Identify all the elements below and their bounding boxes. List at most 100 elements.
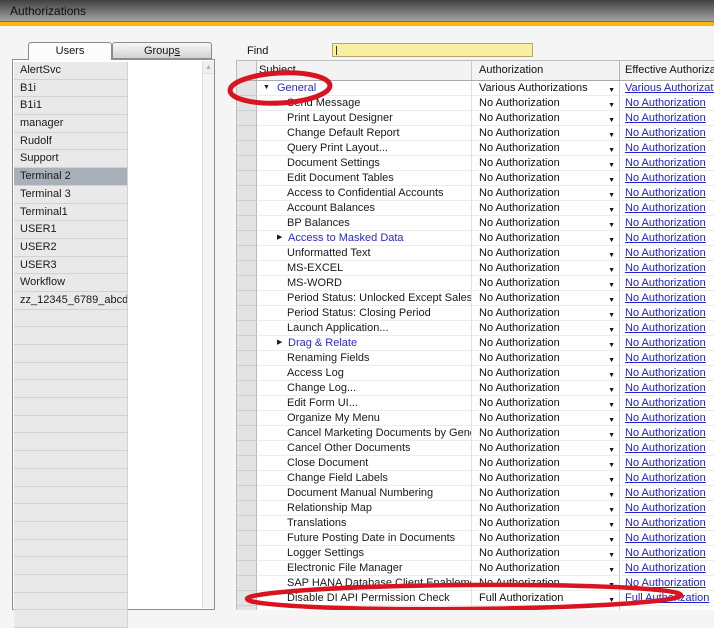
effective-authorization-link[interactable]: No Authorization [625, 382, 706, 394]
user-list-item[interactable]: USER2 [14, 239, 128, 257]
effective-authorization-link[interactable]: No Authorization [625, 472, 706, 484]
row-selector[interactable] [237, 96, 257, 111]
user-list-item[interactable]: AlertSvc [14, 62, 128, 80]
row-selector[interactable] [237, 126, 257, 141]
user-list-empty-row[interactable] [14, 363, 128, 381]
subject-cell[interactable]: Cancel Marketing Documents by Generati [257, 426, 472, 441]
dropdown-arrow-icon[interactable]: ▼ [608, 294, 615, 306]
collapsed-triangle-icon[interactable]: ▶ [277, 336, 288, 350]
effective-authorization-link[interactable]: No Authorization [625, 487, 706, 499]
authorization-dropdown[interactable]: No Authorization ▼ [472, 531, 620, 546]
authorization-dropdown[interactable]: No Authorization ▼ [472, 321, 620, 336]
subject-cell[interactable]: Query Print Layout... [257, 141, 472, 156]
subject-cell[interactable]: Electronic File Manager [257, 561, 472, 576]
subject-cell[interactable]: Launch Application... [257, 321, 472, 336]
dropdown-arrow-icon[interactable]: ▼ [608, 309, 615, 321]
row-selector[interactable] [237, 456, 257, 471]
user-list-empty-row[interactable] [14, 522, 128, 540]
effective-authorization-link[interactable]: No Authorization [625, 277, 706, 289]
authorization-dropdown[interactable]: No Authorization ▼ [472, 396, 620, 411]
dropdown-arrow-icon[interactable]: ▼ [608, 369, 615, 381]
dropdown-arrow-icon[interactable]: ▼ [608, 489, 615, 501]
authorization-dropdown[interactable]: No Authorization ▼ [472, 351, 620, 366]
user-list-empty-row[interactable] [14, 469, 128, 487]
user-list-item[interactable]: Terminal 3 [14, 186, 128, 204]
authorization-dropdown[interactable]: No Authorization ▼ [472, 141, 620, 156]
user-list-item[interactable]: USER1 [14, 221, 128, 239]
subject-cell[interactable]: Document Manual Numbering [257, 486, 472, 501]
dropdown-arrow-icon[interactable]: ▼ [608, 504, 615, 516]
effective-authorization-link[interactable]: No Authorization [625, 562, 706, 574]
dropdown-arrow-icon[interactable]: ▼ [608, 339, 615, 351]
effective-authorization-link[interactable]: Full Authorization [625, 592, 709, 604]
dropdown-arrow-icon[interactable]: ▼ [608, 459, 615, 471]
effective-authorization-link[interactable]: No Authorization [625, 457, 706, 469]
effective-authorization-link[interactable]: No Authorization [625, 517, 706, 529]
dropdown-arrow-icon[interactable]: ▼ [608, 519, 615, 531]
effective-authorization-link[interactable]: No Authorization [625, 172, 706, 184]
authorization-dropdown[interactable]: No Authorization ▼ [472, 111, 620, 126]
authorization-dropdown[interactable]: No Authorization ▼ [472, 201, 620, 216]
subject-cell[interactable] [257, 606, 472, 610]
subject-cell[interactable]: Organize My Menu [257, 411, 472, 426]
subject-cell[interactable]: Cancel Other Documents [257, 441, 472, 456]
row-selector[interactable] [237, 186, 257, 201]
user-list-item[interactable]: Terminal1 [14, 204, 128, 222]
subject-cell[interactable]: SAP HANA Database Client Enablement fo [257, 576, 472, 591]
effective-authorization-link[interactable]: No Authorization [625, 97, 706, 109]
dropdown-arrow-icon[interactable]: ▼ [608, 219, 615, 231]
dropdown-arrow-icon[interactable]: ▼ [608, 579, 615, 591]
subject-cell[interactable]: Access Log [257, 366, 472, 381]
dropdown-arrow-icon[interactable]: ▼ [608, 129, 615, 141]
row-selector[interactable] [237, 366, 257, 381]
authorization-dropdown[interactable] [472, 606, 620, 610]
row-selector[interactable] [237, 606, 257, 610]
effective-authorization-link[interactable]: No Authorization [625, 262, 706, 274]
user-list-empty-row[interactable] [14, 310, 128, 328]
authorization-dropdown[interactable]: No Authorization ▼ [472, 426, 620, 441]
authorization-dropdown[interactable]: No Authorization ▼ [472, 276, 620, 291]
authorization-dropdown[interactable]: No Authorization ▼ [472, 306, 620, 321]
authorization-dropdown[interactable]: No Authorization ▼ [472, 231, 620, 246]
dropdown-arrow-icon[interactable]: ▼ [608, 399, 615, 411]
subject-cell[interactable]: Future Posting Date in Documents [257, 531, 472, 546]
subject-cell[interactable]: Change Default Report [257, 126, 472, 141]
effective-authorization-link[interactable]: No Authorization [625, 307, 706, 319]
row-selector[interactable] [237, 141, 257, 156]
user-list-empty-row[interactable] [14, 398, 128, 416]
dropdown-arrow-icon[interactable]: ▼ [608, 444, 615, 456]
row-selector[interactable] [237, 246, 257, 261]
user-list-empty-row[interactable] [14, 345, 128, 363]
authorization-dropdown[interactable]: No Authorization ▼ [472, 471, 620, 486]
subject-cell[interactable]: BP Balances [257, 216, 472, 231]
user-list-item[interactable]: B1i1 [14, 97, 128, 115]
subject-cell[interactable]: Document Settings [257, 156, 472, 171]
subject-cell[interactable]: Unformatted Text [257, 246, 472, 261]
subject-cell[interactable]: Period Status: Unlocked Except Sales [257, 291, 472, 306]
subject-cell[interactable]: Access to Confidential Accounts [257, 186, 472, 201]
row-selector[interactable] [237, 486, 257, 501]
effective-authorization-link[interactable]: No Authorization [625, 502, 706, 514]
user-list-empty-row[interactable] [14, 433, 128, 451]
effective-authorization-link[interactable]: No Authorization [625, 232, 706, 244]
authorization-dropdown[interactable]: No Authorization ▼ [472, 516, 620, 531]
authorization-dropdown[interactable]: No Authorization ▼ [472, 576, 620, 591]
row-selector[interactable] [237, 546, 257, 561]
user-list-item[interactable]: Terminal 2 [14, 168, 128, 186]
user-list-item[interactable]: Workflow [14, 274, 128, 292]
subject-cell[interactable]: Renaming Fields [257, 351, 472, 366]
effective-authorization-link[interactable]: No Authorization [625, 547, 706, 559]
row-selector[interactable] [237, 411, 257, 426]
row-selector[interactable] [237, 81, 257, 96]
subject-cell[interactable]: Logger Settings [257, 546, 472, 561]
dropdown-arrow-icon[interactable]: ▼ [608, 384, 615, 396]
authorization-dropdown[interactable]: Various Authorizations ▼ [472, 81, 620, 96]
dropdown-arrow-icon[interactable]: ▼ [608, 84, 615, 96]
row-selector[interactable] [237, 441, 257, 456]
effective-authorization-link[interactable]: No Authorization [625, 577, 706, 589]
authorization-dropdown[interactable]: No Authorization ▼ [472, 456, 620, 471]
user-list-empty-row[interactable] [14, 451, 128, 469]
user-list-item[interactable]: B1i [14, 80, 128, 98]
user-list-empty-row[interactable] [14, 610, 128, 628]
subject-cell[interactable]: Translations [257, 516, 472, 531]
